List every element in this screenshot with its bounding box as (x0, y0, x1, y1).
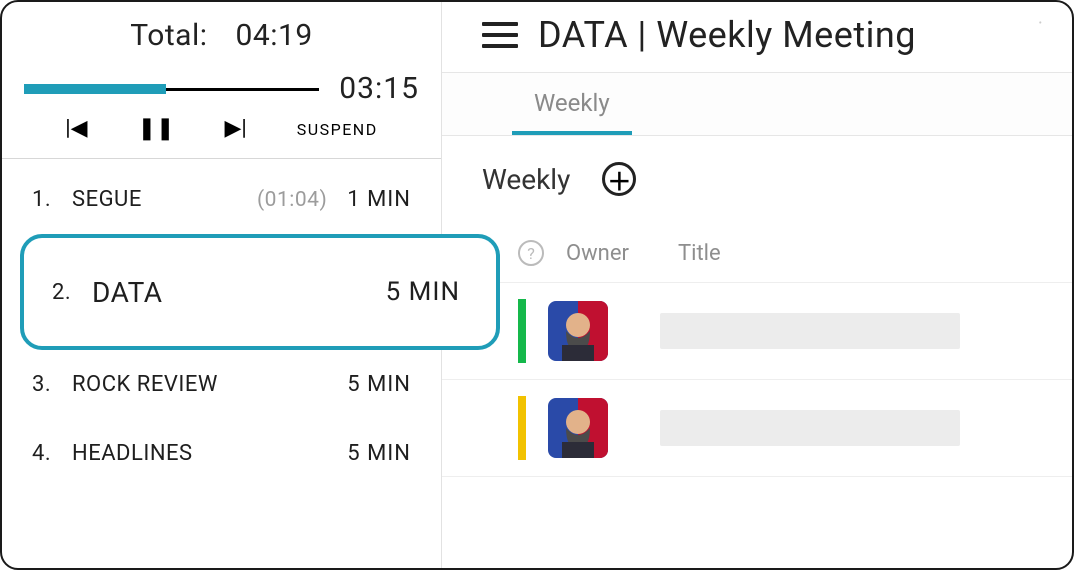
item-number: 4. (32, 441, 58, 466)
next-icon[interactable]: ▶| (224, 118, 246, 140)
col-title: Title (678, 241, 721, 266)
progress-fill (24, 84, 166, 94)
menu-icon[interactable] (482, 22, 518, 48)
status-indicator-green (518, 299, 526, 363)
item-number: 2. (52, 280, 78, 305)
tab-bar: Weekly (442, 72, 1072, 136)
row-title-placeholder (660, 313, 960, 349)
plus-icon: ＋ (607, 162, 631, 197)
agenda-item[interactable]: 4. HEADLINES 5 MIN (2, 419, 441, 488)
section-header: Weekly ＋ (442, 136, 1072, 206)
total-line: Total: 04:19 (2, 2, 441, 71)
item-duration: 1 MIN (347, 187, 411, 212)
detail-panel: • DATA | Weekly Meeting Weekly Weekly ＋ … (442, 2, 1072, 568)
item-title: DATA (92, 276, 372, 309)
item-duration: 5 MIN (347, 441, 411, 466)
agenda-panel: Total: 04:19 03:15 |◀ ❚❚ ▶| SUSPEND 1. S… (2, 2, 442, 568)
table-header: ? Owner Title (442, 240, 1072, 283)
agenda-item[interactable]: 3. ROCK REVIEW 5 MIN (2, 350, 441, 419)
pause-icon[interactable]: ❚❚ (138, 118, 175, 140)
elapsed-time: 03:15 (339, 71, 419, 106)
detail-header: DATA | Weekly Meeting (442, 2, 1072, 72)
prev-icon[interactable]: |◀ (65, 118, 87, 140)
corner-indicator: • (1039, 18, 1044, 29)
agenda-list: 1. SEGUE (01:04) 1 MIN 2. DATA 5 MIN 3. … (2, 159, 441, 494)
table-row[interactable] (442, 380, 1072, 477)
item-duration: 5 MIN (347, 372, 411, 397)
item-number: 3. (32, 372, 58, 397)
total-time: 04:19 (226, 18, 323, 53)
avatar (548, 398, 608, 458)
col-owner: Owner (566, 241, 656, 266)
suspend-button[interactable]: SUSPEND (297, 120, 378, 139)
status-indicator-yellow (518, 396, 526, 460)
item-number: 1. (32, 187, 58, 212)
help-icon[interactable]: ? (518, 240, 544, 266)
section-title: Weekly (482, 163, 570, 196)
detail-title: DATA | Weekly Meeting (538, 14, 916, 56)
progress-bar[interactable] (24, 84, 319, 94)
item-elapsed: (01:04) (257, 188, 327, 212)
add-button[interactable]: ＋ (602, 162, 636, 196)
row-title-placeholder (660, 410, 960, 446)
progress-row: 03:15 (2, 71, 441, 114)
item-title: HEADLINES (72, 441, 333, 466)
total-label: Total: (120, 18, 217, 53)
item-title: SEGUE (72, 187, 243, 212)
app-frame: Total: 04:19 03:15 |◀ ❚❚ ▶| SUSPEND 1. S… (0, 0, 1074, 570)
item-duration: 5 MIN (386, 277, 460, 307)
playback-controls: |◀ ❚❚ ▶| SUSPEND (2, 114, 441, 158)
avatar (548, 301, 608, 361)
item-title: ROCK REVIEW (72, 372, 333, 397)
table-row[interactable] (442, 283, 1072, 380)
tab-weekly[interactable]: Weekly (512, 73, 632, 135)
agenda-item[interactable]: 1. SEGUE (01:04) 1 MIN (2, 165, 441, 234)
items-table: ? Owner Title (442, 240, 1072, 477)
agenda-item-selected[interactable]: 2. DATA 5 MIN (20, 234, 500, 350)
